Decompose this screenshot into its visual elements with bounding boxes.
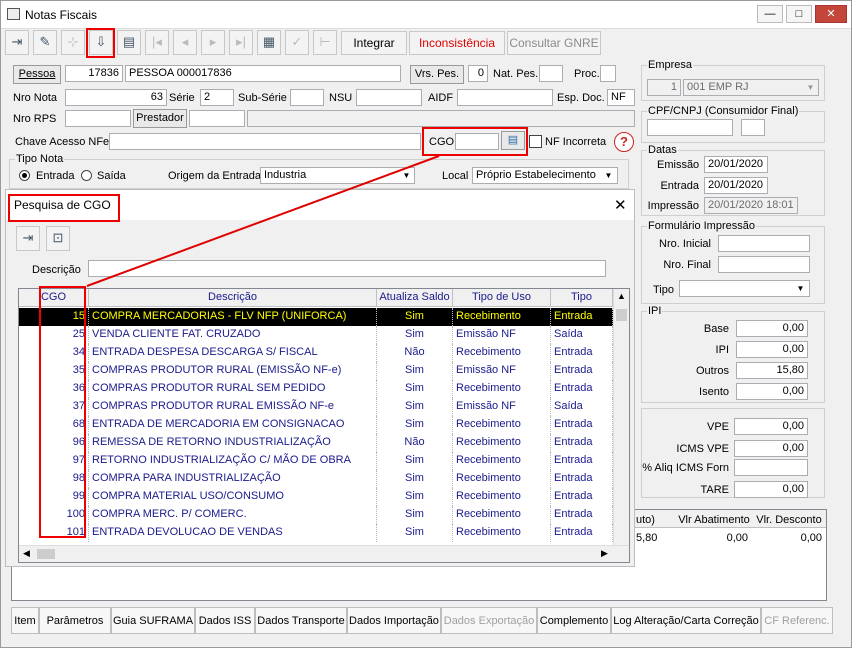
annotation-arrow bbox=[86, 155, 440, 287]
notas-fiscais-window: Notas Fiscais — □ ✕ ⇥ ✎ ⊹ ⇩ ▤ |◂ ◂ ▸ ▸| … bbox=[0, 0, 852, 648]
